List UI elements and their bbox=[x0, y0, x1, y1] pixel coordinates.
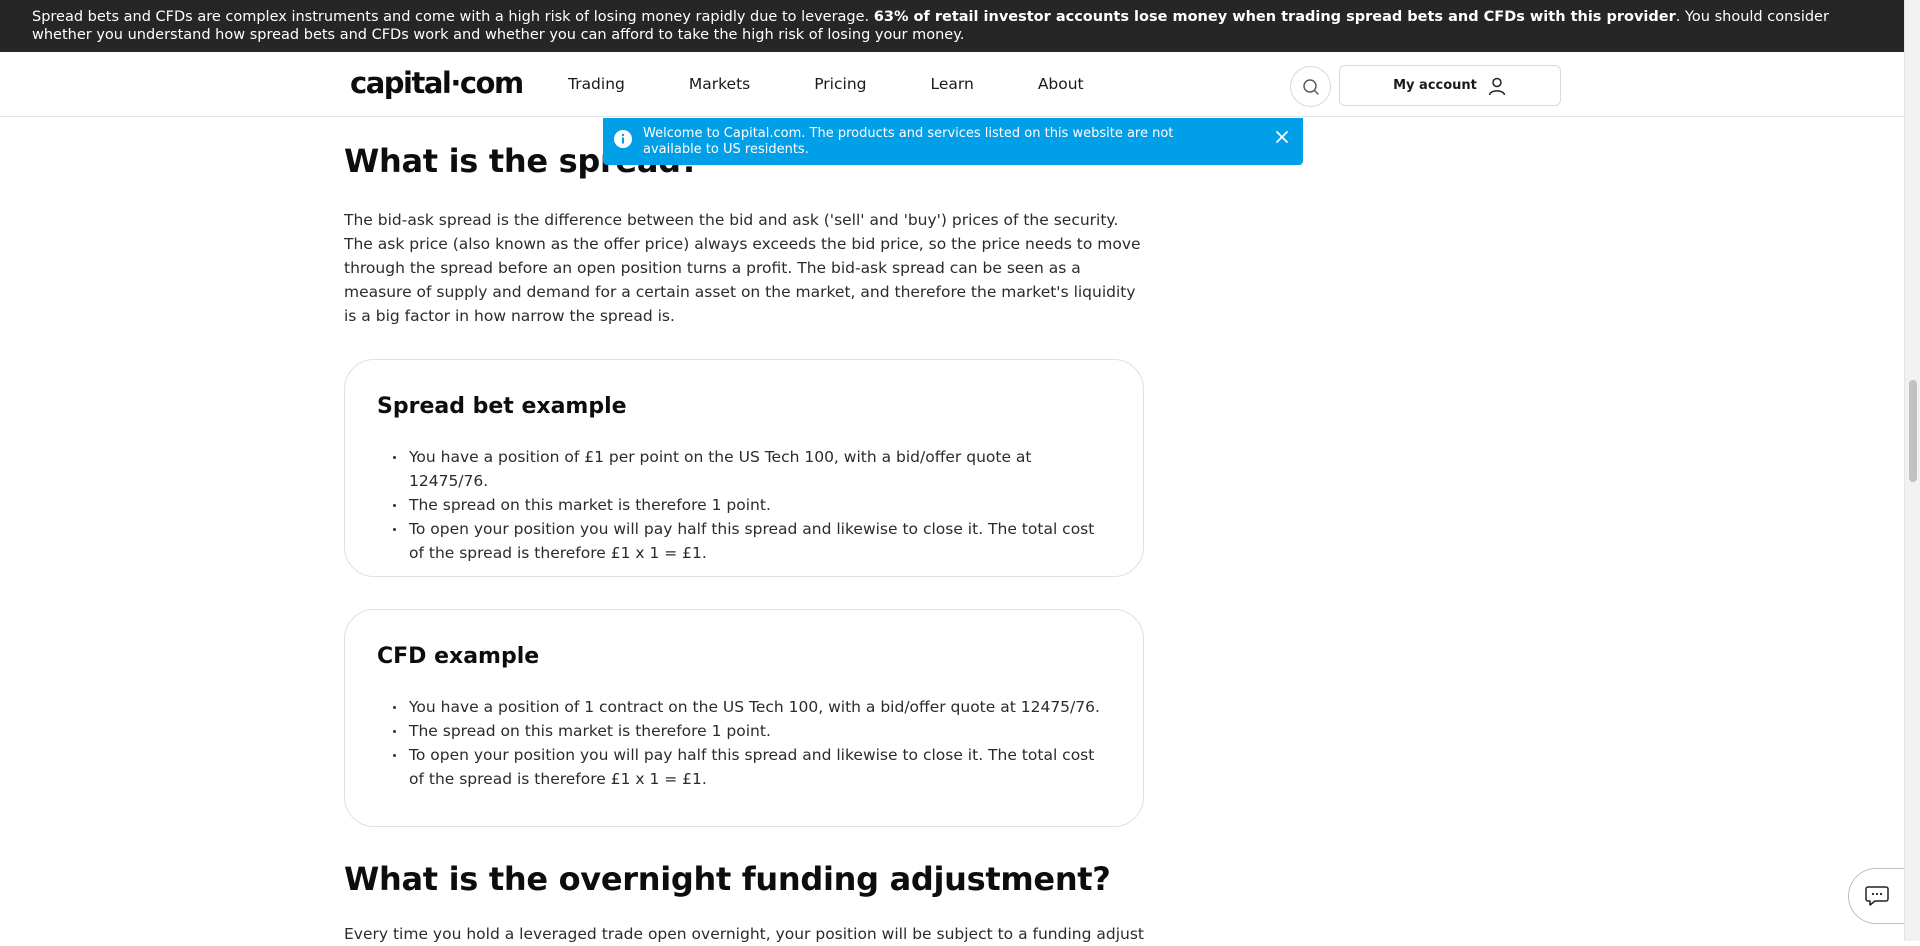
chat-icon bbox=[1864, 886, 1889, 906]
logo[interactable]: capital·com bbox=[350, 66, 524, 100]
list-item: The spread on this market is therefore 1… bbox=[391, 493, 1111, 517]
risk-warning-text-start: Spread bets and CFDs are complex instrum… bbox=[32, 9, 874, 25]
scrollbar-thumb[interactable] bbox=[1909, 380, 1917, 482]
nav-item-markets[interactable]: Markets bbox=[689, 75, 750, 93]
us-residents-notice: Welcome to Capital.com. The products and… bbox=[603, 118, 1303, 165]
close-icon[interactable] bbox=[1275, 130, 1289, 144]
spread-bet-example-list: You have a position of £1 per point on t… bbox=[377, 445, 1111, 565]
main-navbar: capital·com Trading Markets Pricing Lear… bbox=[0, 52, 1904, 117]
my-account-button[interactable]: My account bbox=[1339, 65, 1561, 106]
spread-bet-example-card: Spread bet example You have a position o… bbox=[344, 359, 1144, 577]
search-icon bbox=[1302, 78, 1319, 95]
list-item: To open your position you will pay half … bbox=[391, 517, 1111, 565]
search-button[interactable] bbox=[1290, 66, 1331, 107]
list-item: The spread on this market is therefore 1… bbox=[391, 719, 1111, 743]
notice-text: Welcome to Capital.com. The products and… bbox=[643, 126, 1174, 157]
list-item: You have a position of 1 contract on the… bbox=[391, 695, 1111, 719]
list-item: To open your position you will pay half … bbox=[391, 743, 1111, 791]
my-account-label: My account bbox=[1393, 78, 1477, 93]
cfd-example-title: CFD example bbox=[377, 644, 540, 669]
nav-item-learn[interactable]: Learn bbox=[930, 75, 973, 93]
chat-button[interactable] bbox=[1848, 868, 1904, 924]
spread-bet-example-title: Spread bet example bbox=[377, 394, 627, 419]
info-icon bbox=[614, 130, 632, 148]
overnight-heading: What is the overnight funding adjustment… bbox=[344, 860, 1111, 898]
risk-warning-text-bold: 63% of retail investor accounts lose mon… bbox=[873, 9, 1676, 25]
spread-paragraph: The bid-ask spread is the difference bet… bbox=[344, 211, 1141, 325]
nav-item-pricing[interactable]: Pricing bbox=[814, 75, 866, 93]
cfd-example-card: CFD example You have a position of 1 con… bbox=[344, 609, 1144, 827]
risk-warning-banner: Spread bets and CFDs are complex instrum… bbox=[0, 0, 1904, 52]
primary-nav: Trading Markets Pricing Learn About bbox=[568, 75, 1148, 93]
list-item: You have a position of £1 per point on t… bbox=[391, 445, 1111, 493]
user-icon bbox=[1488, 77, 1506, 95]
nav-item-trading[interactable]: Trading bbox=[568, 75, 625, 93]
nav-item-about[interactable]: About bbox=[1038, 75, 1084, 93]
overnight-paragraph: Every time you hold a leveraged trade op… bbox=[344, 925, 1144, 943]
cfd-example-list: You have a position of 1 contract on the… bbox=[377, 695, 1111, 791]
page-scrollbar[interactable] bbox=[1904, 0, 1920, 941]
